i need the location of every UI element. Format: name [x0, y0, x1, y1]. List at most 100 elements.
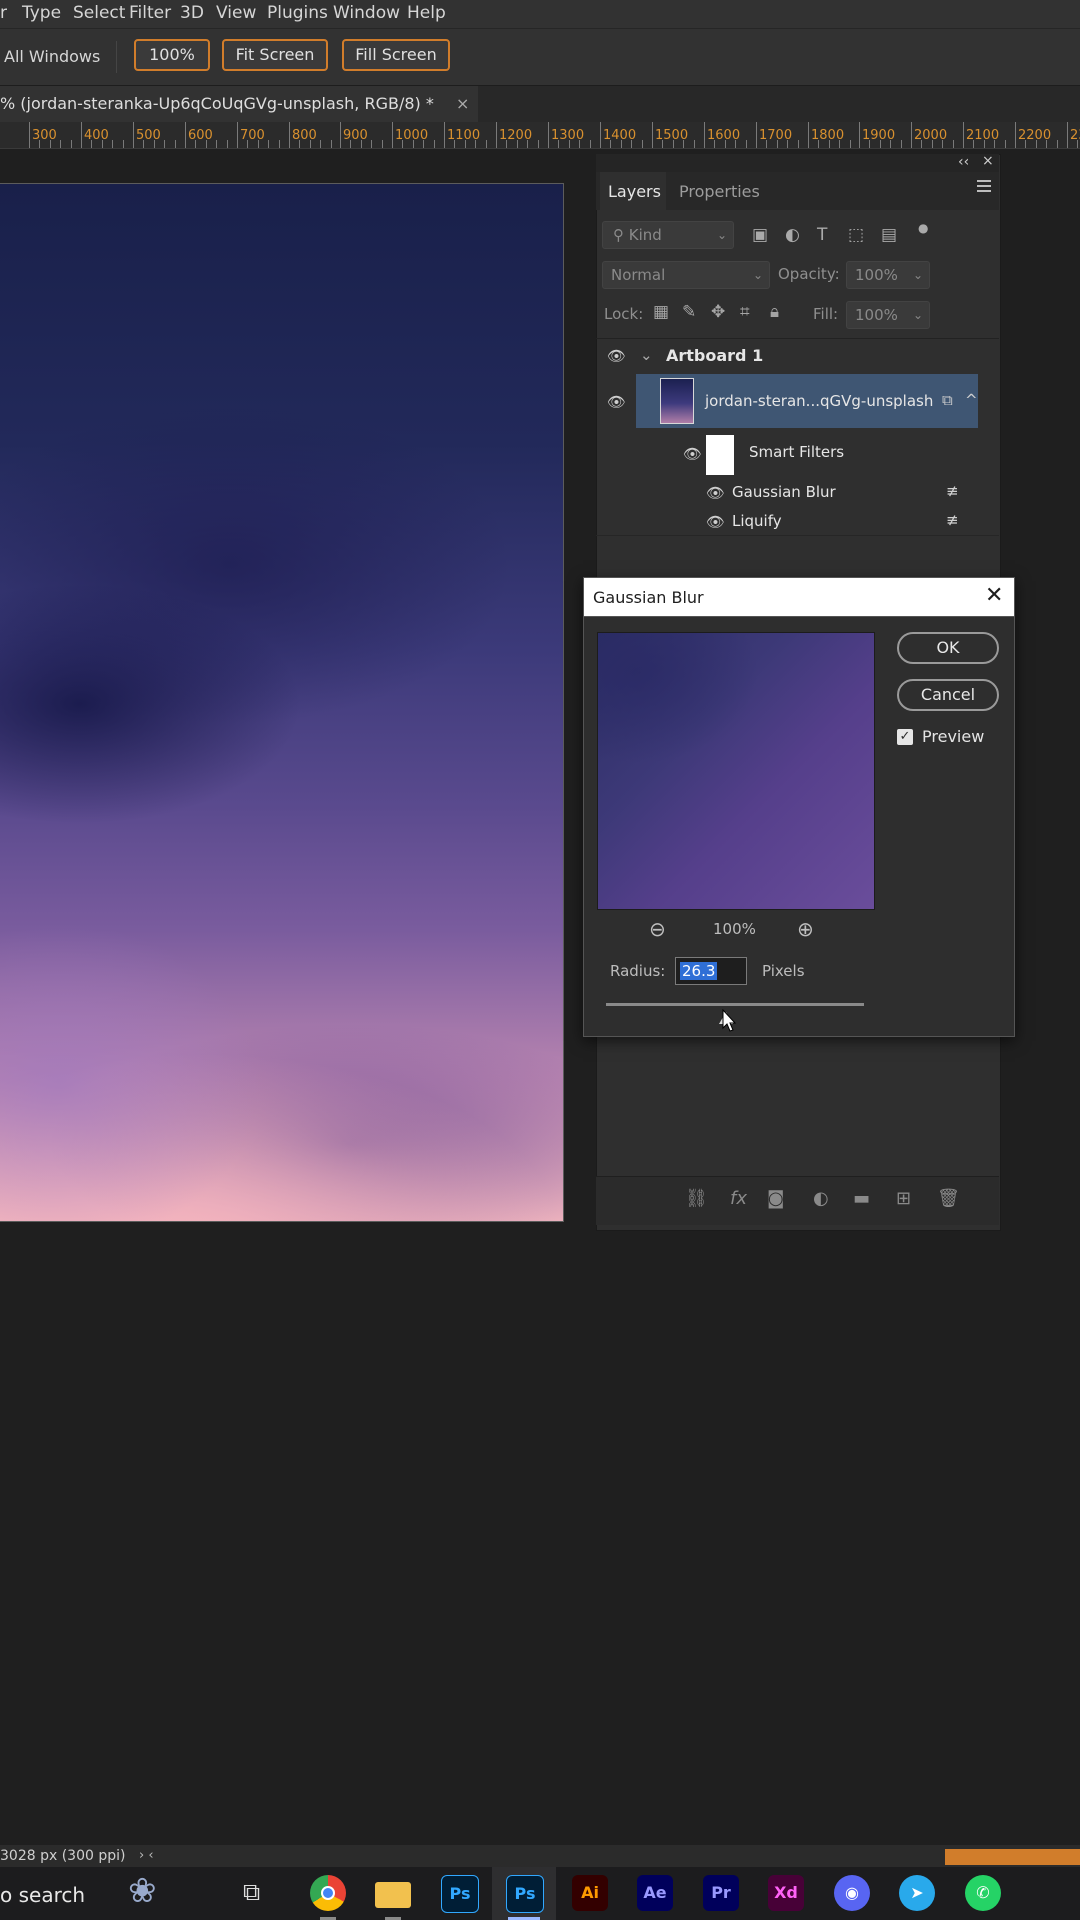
menu-window[interactable]: Window: [333, 3, 400, 23]
discord-icon[interactable]: ◉: [834, 1875, 870, 1911]
adjustment-filter-icon[interactable]: ◐: [785, 225, 800, 245]
xd-icon[interactable]: Xd: [768, 1875, 804, 1911]
ruler-minor-tick: [310, 140, 311, 148]
menu-bar: r Type Select Filter 3D View Plugins Win…: [0, 0, 1080, 29]
taskbar-search[interactable]: o search: [0, 1883, 85, 1907]
menu-plugins[interactable]: Plugins: [267, 3, 328, 23]
lock-transparent-icon[interactable]: ▦: [653, 302, 669, 322]
trash-icon[interactable]: 🗑︎: [937, 1188, 960, 1209]
after-effects-icon[interactable]: Ae: [637, 1875, 673, 1911]
fill-screen-button[interactable]: Fill Screen: [342, 39, 450, 71]
horizontal-ruler[interactable]: 300 400 500 600 700 800 900 1000 1100 1200 1300 140…: [0, 122, 1080, 149]
tab-properties[interactable]: Properties: [679, 182, 760, 201]
link-layers-icon[interactable]: ⛓︎: [685, 1188, 708, 1209]
filter-gaussian-blur[interactable]: Gaussian Blur: [732, 483, 836, 501]
lock-artboard-icon[interactable]: ⌗: [740, 302, 750, 322]
preview-label: Preview: [922, 727, 985, 746]
filter-liquify[interactable]: Liquify: [732, 512, 782, 530]
lock-brush-icon[interactable]: ✎: [682, 302, 696, 322]
task-view-icon[interactable]: ⧉: [243, 1878, 260, 1906]
fit-screen-button[interactable]: Fit Screen: [222, 39, 328, 71]
visibility-eye-icon[interactable]: 👁︎: [607, 393, 626, 411]
lock-all-icon[interactable]: 🔒︎: [770, 302, 779, 322]
file-explorer-icon[interactable]: [375, 1882, 411, 1908]
ruler-minor-tick: [662, 140, 663, 148]
close-icon[interactable]: ✕: [985, 583, 1003, 608]
status-navigation-arrows[interactable]: › ‹: [139, 1848, 154, 1863]
visibility-eye-icon[interactable]: 👁︎: [706, 484, 725, 502]
type-filter-icon[interactable]: T: [817, 225, 827, 245]
telegram-icon[interactable]: ➤: [899, 1875, 935, 1911]
collapse-panel-icon[interactable]: ‹‹: [958, 154, 969, 170]
menu-view[interactable]: View: [216, 3, 256, 23]
zoom-in-icon[interactable]: ⊕: [797, 917, 814, 941]
panel-menu-icon[interactable]: [977, 180, 991, 192]
illustrator-icon[interactable]: Ai: [572, 1875, 608, 1911]
filter-options-icon[interactable]: ≢: [946, 482, 959, 500]
layer-thumbnail[interactable]: [660, 378, 694, 424]
cancel-button[interactable]: Cancel: [897, 679, 999, 711]
photoshop-active-icon[interactable]: Ps: [506, 1875, 544, 1913]
filter-options-icon[interactable]: ≢: [946, 511, 959, 529]
whatsapp-icon[interactable]: ✆: [965, 1875, 1001, 1911]
ruler-tick: [963, 122, 964, 148]
menu-help[interactable]: Help: [407, 3, 446, 23]
preview-checkbox[interactable]: ✓: [897, 729, 913, 745]
artboard-layer-name[interactable]: Artboard 1: [666, 346, 763, 365]
smart-filter-mask-thumbnail[interactable]: [706, 435, 734, 475]
document-info[interactable]: 3028 px (300 ppi): [0, 1848, 125, 1864]
artboard-canvas[interactable]: [0, 183, 564, 1222]
fx-icon[interactable]: fx: [730, 1188, 747, 1209]
menu-3d[interactable]: 3D: [180, 3, 204, 23]
photoshop-icon[interactable]: Ps: [441, 1875, 479, 1913]
tab-layers[interactable]: Layers: [608, 182, 661, 201]
ruler-minor-tick: [102, 140, 103, 148]
fill-field[interactable]: 100% ⌄: [846, 301, 930, 329]
ruler-minor-tick: [777, 140, 778, 148]
close-icon[interactable]: ×: [456, 94, 469, 113]
ruler-minor-tick: [818, 140, 819, 148]
premiere-icon[interactable]: Pr: [703, 1875, 739, 1911]
ruler-minor-tick: [746, 140, 747, 148]
ruler-minor-tick: [1077, 140, 1078, 148]
menu-filter[interactable]: Filter: [129, 3, 171, 23]
radius-input[interactable]: 26.3: [675, 957, 747, 985]
lock-move-icon[interactable]: ✥: [711, 302, 725, 322]
visibility-eye-icon[interactable]: 👁︎: [607, 347, 626, 365]
filter-preview-image[interactable]: [597, 632, 875, 910]
progress-bar: [945, 1849, 1080, 1865]
pixel-filter-icon[interactable]: ▣: [752, 225, 768, 245]
ruler-minor-tick: [631, 140, 632, 148]
opacity-field[interactable]: 100% ⌄: [846, 261, 930, 289]
document-tab[interactable]: % (jordan-steranka-Up6qCoUqGVg-unsplash,…: [0, 86, 478, 122]
adjustment-layer-icon[interactable]: ◐: [813, 1188, 829, 1209]
chevron-up-icon[interactable]: ^: [965, 391, 978, 409]
chrome-icon[interactable]: [310, 1875, 346, 1911]
ruler-minor-tick: [320, 140, 321, 148]
smart-object-filter-icon[interactable]: ▤: [881, 225, 897, 245]
document-tab-bar: % (jordan-steranka-Up6qCoUqGVg-unsplash,…: [0, 86, 1080, 122]
ruler-minor-tick: [1036, 140, 1037, 148]
radius-slider-track[interactable]: [606, 1003, 864, 1006]
image-layer-name[interactable]: jordan-steran...qGVg-unsplash: [705, 392, 933, 410]
shape-filter-icon[interactable]: ⬚: [848, 225, 864, 245]
add-mask-icon[interactable]: ◙: [767, 1188, 784, 1209]
ok-button[interactable]: OK: [897, 632, 999, 664]
chevron-down-icon[interactable]: ⌄: [640, 346, 653, 364]
kind-filter-dropdown[interactable]: ⚲ Kind ⌄: [602, 221, 734, 249]
menu-layer[interactable]: r: [0, 3, 7, 23]
visibility-eye-icon[interactable]: 👁︎: [683, 445, 702, 463]
scroll-all-windows-label[interactable]: All Windows: [4, 47, 100, 66]
new-layer-icon[interactable]: ⊞: [896, 1188, 911, 1209]
zoom-100-button[interactable]: 100%: [134, 39, 210, 71]
visibility-eye-icon[interactable]: 👁︎: [706, 513, 725, 531]
menu-select[interactable]: Select: [73, 3, 125, 23]
zoom-out-icon[interactable]: ⊖: [649, 917, 666, 941]
blend-mode-dropdown[interactable]: Normal ⌄: [602, 261, 770, 289]
filter-toggle-icon[interactable]: ●: [918, 221, 928, 235]
new-group-icon[interactable]: ▬: [853, 1188, 870, 1209]
menu-type[interactable]: Type: [22, 3, 61, 23]
search-icon: ⚲: [613, 226, 629, 244]
ruler-label: 300: [32, 128, 57, 143]
close-panel-icon[interactable]: ×: [982, 153, 994, 169]
